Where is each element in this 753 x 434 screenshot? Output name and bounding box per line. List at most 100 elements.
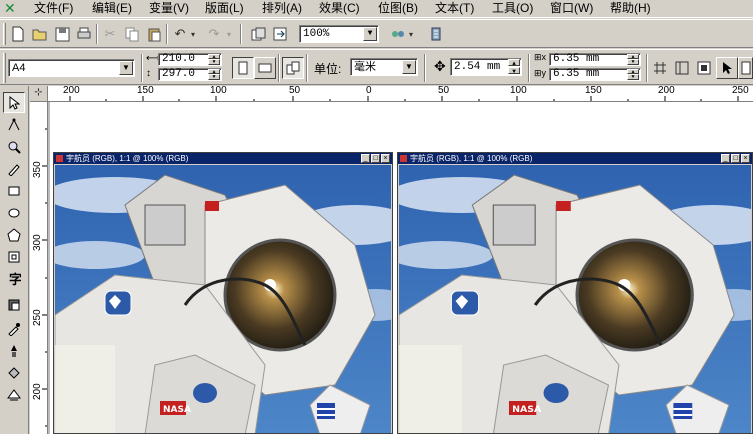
menu-file[interactable]: 文件(F) bbox=[34, 1, 73, 16]
snap-to-objects-icon[interactable] bbox=[694, 58, 714, 78]
menu-tools[interactable]: 工具(O) bbox=[492, 1, 533, 16]
ruler-label: 200 bbox=[658, 86, 675, 96]
spin-up-icon[interactable]: ▲ bbox=[508, 59, 520, 67]
save-icon[interactable] bbox=[52, 24, 72, 44]
propbar-grip[interactable] bbox=[3, 53, 6, 83]
interactive-tool-icon[interactable] bbox=[3, 384, 25, 405]
units-value: 毫米 bbox=[354, 61, 376, 73]
horizontal-ruler[interactable]: 200 150 100 50 0 50 100 150 200 250 bbox=[48, 86, 753, 102]
export-icon[interactable] bbox=[270, 24, 290, 44]
spin-down-icon[interactable]: ▼ bbox=[508, 67, 520, 75]
spiral-tool-icon[interactable] bbox=[3, 246, 25, 267]
corel-online-icon[interactable] bbox=[426, 24, 446, 44]
menu-view[interactable]: 变量(V) bbox=[149, 1, 189, 16]
cut-icon[interactable]: ✂ bbox=[100, 24, 120, 44]
spin-down-icon[interactable]: ▼ bbox=[208, 74, 220, 80]
document-title: 宇航员 (RGB), 1:1 @ 100% (RGB) bbox=[410, 154, 533, 163]
polygon-tool-icon[interactable] bbox=[3, 224, 25, 245]
toolbox: 字 bbox=[0, 86, 29, 434]
menu-help[interactable]: 帮助(H) bbox=[610, 1, 651, 16]
zoom-level-select[interactable]: 100% ▼ bbox=[299, 25, 379, 43]
ruler-origin-icon[interactable]: ⊹ bbox=[30, 86, 48, 102]
print-icon[interactable] bbox=[74, 24, 94, 44]
maximize-icon[interactable]: □ bbox=[731, 154, 740, 163]
maximize-icon[interactable]: □ bbox=[371, 154, 380, 163]
close-icon[interactable]: × bbox=[741, 154, 750, 163]
ruler-label: 100 bbox=[210, 86, 227, 96]
nudge-value: 2.54 mm bbox=[454, 61, 501, 73]
duplicate-y-value: 6.35 mm bbox=[553, 68, 600, 80]
undo-dropdown-icon[interactable]: ▾ bbox=[188, 24, 198, 44]
duplicate-y-field[interactable]: 6.35 mm ▲ ▼ bbox=[549, 68, 641, 81]
coreldraw-window: ✕ 文件(F) 编辑(E) 变量(V) 版面(L) 排列(A) 效果(C) 位图… bbox=[0, 0, 753, 434]
landscape-button[interactable] bbox=[254, 57, 276, 79]
undo-icon[interactable]: ↶ bbox=[170, 24, 190, 44]
svg-text:字: 字 bbox=[9, 272, 21, 286]
page-size-select[interactable]: A4 ▼ bbox=[8, 59, 135, 77]
document-title-bar[interactable]: 宇航员 (RGB), 1:1 @ 100% (RGB) _ □ × bbox=[398, 153, 752, 164]
options-button[interactable] bbox=[738, 57, 753, 79]
interactive-fill-icon[interactable] bbox=[3, 294, 25, 315]
menu-arrange[interactable]: 排列(A) bbox=[262, 1, 302, 16]
import-icon[interactable] bbox=[248, 24, 268, 44]
minimize-icon[interactable]: _ bbox=[361, 154, 370, 163]
toolbar-grip[interactable] bbox=[3, 23, 6, 45]
outline-tool-icon[interactable] bbox=[3, 340, 25, 361]
ruler-label: 50 bbox=[289, 86, 301, 96]
page-width-field[interactable]: 210.0 ▲ ▼ bbox=[158, 53, 222, 66]
menu-layout[interactable]: 版面(L) bbox=[205, 1, 244, 16]
ellipse-tool-icon[interactable] bbox=[3, 202, 25, 223]
page-border bbox=[48, 102, 50, 434]
page-width-value: 210.0 bbox=[162, 53, 196, 65]
nudge-field[interactable]: 2.54 mm ▲ ▼ bbox=[450, 58, 522, 76]
shape-tool-icon[interactable] bbox=[3, 114, 25, 135]
fill-tool-icon[interactable] bbox=[3, 362, 25, 383]
treat-as-filled-button[interactable] bbox=[716, 57, 738, 79]
ruler-label: 150 bbox=[585, 86, 602, 96]
units-select[interactable]: 毫米 ▼ bbox=[350, 58, 418, 76]
vertical-ruler[interactable]: 350 300 250 200 bbox=[30, 102, 48, 434]
snap-to-grid-icon[interactable] bbox=[650, 58, 670, 78]
chevron-down-icon[interactable]: ▼ bbox=[119, 61, 133, 75]
drawing-canvas[interactable]: 宇航员 (RGB), 1:1 @ 100% (RGB) _ □ × NASA 宇… bbox=[48, 102, 753, 434]
chevron-down-icon[interactable]: ▼ bbox=[402, 60, 416, 74]
page-height-field[interactable]: 297.0 ▲ ▼ bbox=[158, 68, 222, 81]
duplicate-x-field[interactable]: 6.35 mm ▲ ▼ bbox=[549, 53, 641, 66]
text-tool-icon[interactable]: 字 bbox=[3, 268, 25, 289]
options-icon bbox=[741, 61, 750, 75]
duplicate-x-icon: ⊞x bbox=[534, 52, 547, 62]
zoom-level-value: 100% bbox=[303, 28, 330, 40]
spin-down-icon[interactable]: ▼ bbox=[627, 74, 639, 80]
zoom-tool-icon[interactable] bbox=[3, 136, 25, 157]
document-title-bar[interactable]: 宇航员 (RGB), 1:1 @ 100% (RGB) _ □ × bbox=[54, 153, 392, 164]
minimize-icon[interactable]: _ bbox=[721, 154, 730, 163]
snap-to-guidelines-icon[interactable] bbox=[672, 58, 692, 78]
menu-edit[interactable]: 编辑(E) bbox=[92, 1, 132, 16]
copy-icon[interactable] bbox=[122, 24, 142, 44]
freehand-tool-icon[interactable] bbox=[3, 158, 25, 179]
application-launcher-icon[interactable] bbox=[388, 24, 408, 44]
menu-bitmaps[interactable]: 位图(B) bbox=[378, 1, 418, 16]
redo-icon[interactable]: ↷ bbox=[204, 24, 224, 44]
spin-down-icon[interactable]: ▼ bbox=[627, 59, 639, 65]
spin-down-icon[interactable]: ▼ bbox=[208, 59, 220, 65]
astronaut-image: NASA bbox=[55, 165, 391, 433]
menu-window[interactable]: 窗口(W) bbox=[550, 1, 593, 16]
close-icon[interactable]: × bbox=[381, 154, 390, 163]
new-icon[interactable] bbox=[8, 24, 28, 44]
menu-effects[interactable]: 效果(C) bbox=[319, 1, 360, 16]
rectangle-tool-icon[interactable] bbox=[3, 180, 25, 201]
redo-dropdown-icon[interactable]: ▾ bbox=[224, 24, 234, 44]
eyedropper-tool-icon[interactable] bbox=[3, 318, 25, 339]
chevron-down-icon[interactable]: ▼ bbox=[363, 27, 377, 41]
portrait-button[interactable] bbox=[232, 57, 254, 79]
pick-tool-icon[interactable] bbox=[3, 92, 25, 113]
paste-icon[interactable] bbox=[144, 24, 164, 44]
astronaut-photo: NASA bbox=[55, 165, 391, 433]
all-pages-button[interactable] bbox=[282, 57, 304, 79]
menu-text[interactable]: 文本(T) bbox=[435, 1, 474, 16]
open-icon[interactable] bbox=[30, 24, 50, 44]
document-window-2[interactable]: 宇航员 (RGB), 1:1 @ 100% (RGB) _ □ × NASA bbox=[397, 152, 753, 434]
document-window-1[interactable]: 宇航员 (RGB), 1:1 @ 100% (RGB) _ □ × NASA bbox=[53, 152, 393, 434]
launcher-dropdown-icon[interactable]: ▾ bbox=[406, 24, 416, 44]
